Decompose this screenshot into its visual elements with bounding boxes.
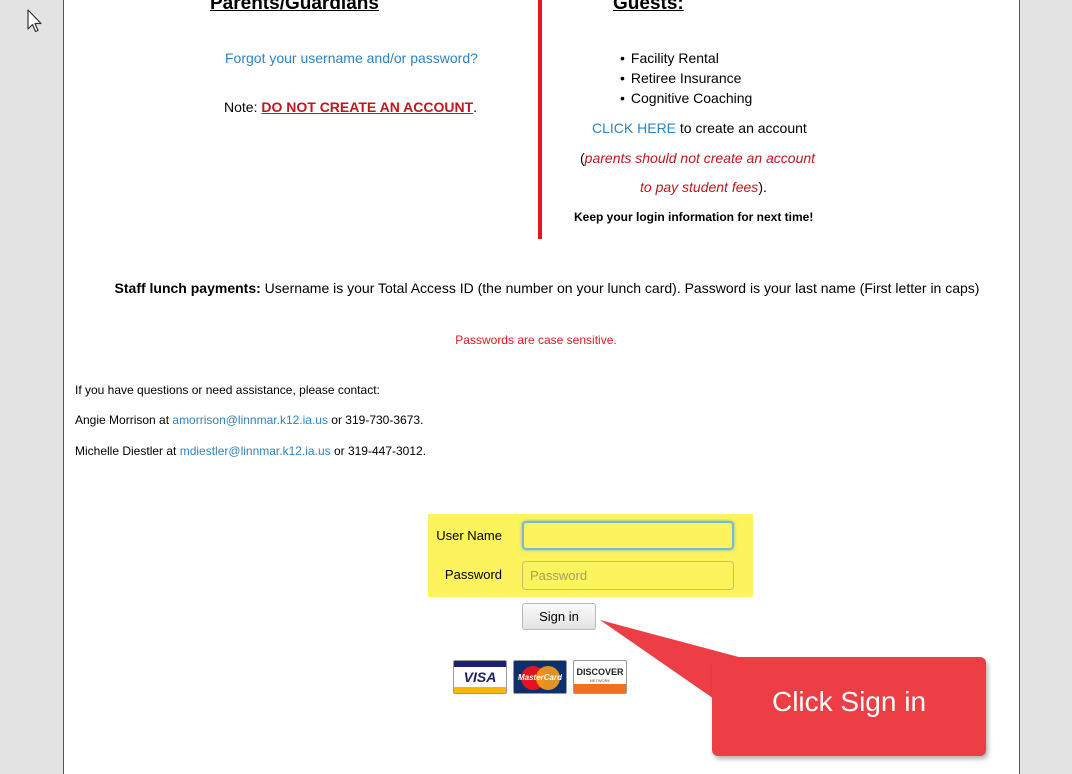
guest-list-item: Facility Rental	[620, 48, 752, 68]
create-account-text: to create an account	[676, 120, 807, 136]
callout-text: Click Sign in	[771, 686, 927, 717]
parents-warning-line-2: to pay student fees).	[640, 179, 767, 195]
paren-close: ).	[758, 179, 767, 195]
discover-label: DISCOVER	[576, 667, 624, 677]
note-prefix: Note:	[224, 99, 262, 115]
username-input[interactable]	[522, 521, 734, 550]
mastercard-label: MasterCard	[517, 673, 562, 682]
staff-lunch-info: Staff lunch payments: Username is your T…	[70, 278, 1024, 298]
username-label: User Name	[436, 528, 502, 543]
guest-list: Facility Rental Retiree Insurance Cognit…	[620, 48, 752, 108]
parents-warning-line-1: (parents should not create an account	[580, 150, 815, 166]
column-divider	[538, 0, 542, 239]
mastercard-icon: MasterCard	[513, 660, 567, 694]
mouse-cursor-icon	[27, 9, 42, 33]
email-link[interactable]: mdiestler@linnmar.k12.ia.us	[180, 444, 331, 458]
visa-label: VISA	[463, 669, 497, 685]
sign-in-button[interactable]: Sign in	[522, 603, 596, 630]
discover-sublabel: NETWORK	[589, 678, 611, 683]
staff-lunch-label: Staff lunch payments:	[114, 280, 261, 296]
discover-card-icon: DISCOVER NETWORK	[573, 660, 627, 694]
password-input[interactable]	[522, 561, 734, 590]
contact-phone: or 319-447-3012.	[330, 444, 427, 458]
password-label: Password	[444, 567, 502, 582]
guest-list-item: Retiree Insurance	[620, 68, 752, 88]
discover-stripe	[574, 684, 626, 693]
parents-warning-text-1: parents should not create an account	[584, 150, 816, 166]
create-account-line: CLICK HERE to create an account	[592, 120, 807, 136]
note-suffix: .	[473, 99, 478, 115]
parents-heading: Parents/Guardians	[210, 0, 379, 14]
contact-name: Angie Morrison at	[75, 413, 173, 427]
email-link[interactable]: amorrison@linnmar.k12.ia.us	[172, 413, 328, 427]
note-warning: DO NOT CREATE AN ACCOUNT	[261, 99, 474, 115]
forgot-password-link[interactable]: Forgot your username and/or password?	[225, 50, 478, 66]
visa-top-stripe	[454, 661, 506, 667]
parents-warning-text-2: to pay student fees	[640, 179, 759, 195]
guest-list-item: Cognitive Coaching	[620, 88, 752, 108]
contact-line: Michelle Diestler at mdiestler@linnmar.k…	[75, 444, 426, 458]
contact-name: Michelle Diestler at	[75, 444, 180, 458]
staff-lunch-text: Username is your Total Access ID (the nu…	[260, 280, 980, 296]
parents-note: Note: DO NOT CREATE AN ACCOUNT.	[224, 99, 477, 115]
visa-bottom-stripe	[454, 687, 506, 693]
case-sensitive-note: Passwords are case sensitive.	[455, 333, 617, 347]
guests-heading: Guests:	[613, 0, 684, 14]
keep-login-note: Keep your login information for next tim…	[574, 210, 814, 224]
visa-card-icon: VISA	[453, 660, 507, 694]
contact-intro: If you have questions or need assistance…	[75, 383, 380, 397]
callout-annotation: Click Sign in	[712, 657, 986, 756]
contact-phone: or 319-730-3673.	[327, 413, 424, 427]
click-here-link[interactable]: CLICK HERE	[592, 120, 676, 136]
contact-line: Angie Morrison at amorrison@linnmar.k12.…	[75, 413, 423, 427]
